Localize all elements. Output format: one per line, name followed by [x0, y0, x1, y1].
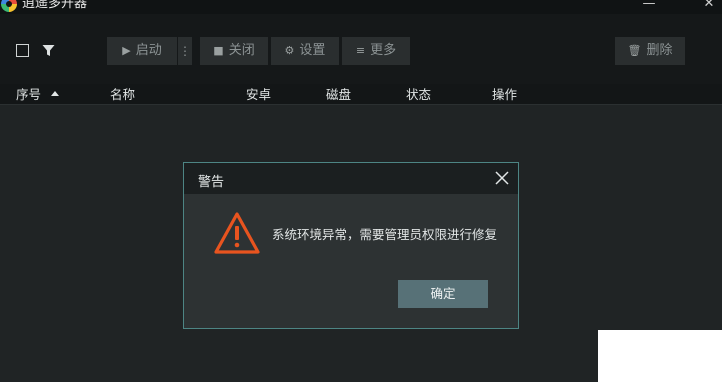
- column-header-index[interactable]: 序号: [16, 87, 60, 102]
- settings-button[interactable]: ⚙ 设置: [271, 37, 339, 65]
- play-icon: ▶: [122, 44, 131, 57]
- close-button-label: 关闭: [228, 43, 255, 58]
- warning-icon: [214, 212, 260, 254]
- column-header-disk[interactable]: 磁盘: [326, 87, 351, 102]
- table-header: 序号 名称 安卓 磁盘 状态 操作: [0, 84, 722, 105]
- dialog-message: 系统环境异常，需要管理员权限进行修复: [272, 227, 498, 242]
- ok-button[interactable]: 确定: [398, 280, 488, 308]
- close-button[interactable]: ■ 关闭: [200, 37, 268, 65]
- overlay-panel: [598, 330, 722, 382]
- warning-dialog: 警告 系统环境异常，需要管理员权限进行修复 确定: [183, 162, 519, 329]
- column-header-status[interactable]: 状态: [406, 87, 431, 102]
- settings-button-label: 设置: [299, 43, 326, 58]
- more-button[interactable]: ≡ 更多: [342, 37, 410, 65]
- minimize-button[interactable]: —: [642, 0, 656, 11]
- menu-icon: ≡: [355, 44, 366, 57]
- column-header-actions[interactable]: 操作: [492, 87, 517, 102]
- start-button[interactable]: ▶ 启动: [107, 37, 177, 65]
- filter-icon[interactable]: [42, 44, 55, 57]
- dialog-close-icon[interactable]: [495, 171, 509, 185]
- start-options-button[interactable]: ⋮: [178, 37, 192, 65]
- column-header-android[interactable]: 安卓: [246, 87, 271, 102]
- window-title: 逍遥多开器: [22, 0, 88, 11]
- toolbar: ▶ 启动 ⋮ ■ 关闭 ⚙ 设置 ≡ 更多 🗑 删除: [0, 14, 722, 84]
- column-header-name[interactable]: 名称: [110, 87, 135, 102]
- delete-button[interactable]: 🗑 删除: [615, 37, 685, 65]
- app-logo-icon: [1, 0, 17, 12]
- more-button-label: 更多: [370, 43, 397, 58]
- stop-icon: ■: [213, 44, 224, 57]
- start-button-label: 启动: [135, 43, 162, 58]
- trash-icon: 🗑: [627, 44, 642, 57]
- column-header-index-label: 序号: [16, 87, 42, 102]
- select-all-checkbox[interactable]: [16, 44, 29, 57]
- close-window-button[interactable]: ✕: [702, 0, 716, 11]
- title-bar: 逍遥多开器 — ✕: [0, 0, 722, 14]
- gear-icon: ⚙: [284, 44, 295, 57]
- dialog-title: 警告: [198, 175, 225, 190]
- dialog-header: 警告: [184, 163, 518, 194]
- delete-button-label: 删除: [646, 43, 673, 58]
- sort-ascending-icon: [51, 91, 60, 96]
